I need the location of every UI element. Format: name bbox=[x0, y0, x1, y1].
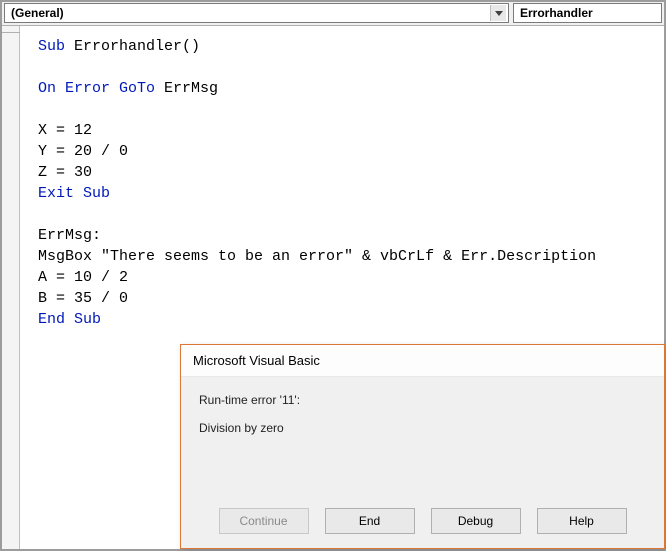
continue-button: Continue bbox=[219, 508, 309, 534]
margin-gutter bbox=[2, 26, 20, 549]
code-label: ErrMsg: bbox=[38, 227, 101, 244]
proc-separator bbox=[2, 32, 20, 33]
error-code-text: Run-time error '11': bbox=[199, 393, 646, 407]
code-pane-toolbar: (General) Errorhandler bbox=[2, 2, 664, 26]
code-line: B = 35 / 0 bbox=[38, 290, 128, 307]
dialog-title: Microsoft Visual Basic bbox=[193, 353, 320, 368]
dialog-buttons: Continue End Debug Help bbox=[181, 508, 664, 534]
procedure-combo-label: Errorhandler bbox=[520, 6, 659, 20]
kw-exitsub: Exit Sub bbox=[38, 185, 110, 202]
kw-sub: Sub bbox=[38, 38, 65, 55]
code-line: Y = 20 / 0 bbox=[38, 143, 128, 160]
dialog-body: Run-time error '11': Division by zero bbox=[181, 377, 664, 435]
kw-endsub: End Sub bbox=[38, 311, 101, 328]
sub-name: Errorhandler() bbox=[65, 38, 200, 55]
errlabel-ref: ErrMsg bbox=[155, 80, 218, 97]
kw-onerror: On Error GoTo bbox=[38, 80, 155, 97]
code-line: MsgBox "There seems to be an error" & vb… bbox=[38, 248, 596, 265]
code-line: A = 10 / 2 bbox=[38, 269, 128, 286]
object-combo[interactable]: (General) bbox=[4, 3, 509, 23]
runtime-error-dialog: Microsoft Visual Basic Run-time error '1… bbox=[180, 344, 665, 549]
error-desc-text: Division by zero bbox=[199, 421, 646, 435]
dialog-titlebar[interactable]: Microsoft Visual Basic bbox=[181, 345, 664, 377]
object-combo-label: (General) bbox=[11, 6, 490, 20]
end-button[interactable]: End bbox=[325, 508, 415, 534]
chevron-down-icon bbox=[490, 5, 506, 21]
help-button[interactable]: Help bbox=[537, 508, 627, 534]
code-line: Z = 30 bbox=[38, 164, 92, 181]
procedure-combo[interactable]: Errorhandler bbox=[513, 3, 662, 23]
vbe-window: (General) Errorhandler Sub Errorhandler(… bbox=[0, 0, 666, 551]
debug-button[interactable]: Debug bbox=[431, 508, 521, 534]
code-line: X = 12 bbox=[38, 122, 92, 139]
